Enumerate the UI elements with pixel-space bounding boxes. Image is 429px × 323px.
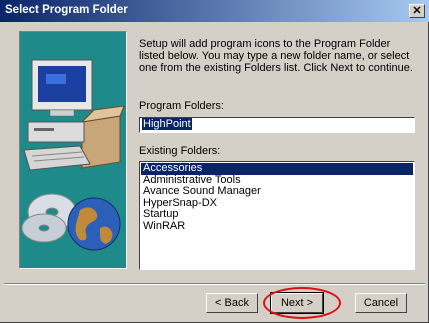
close-icon: ✕ — [412, 5, 422, 17]
list-item[interactable]: WinRAR — [141, 220, 413, 233]
intro-text: Setup will add program icons to the Prog… — [139, 38, 413, 74]
program-folder-input[interactable]: HighPoint — [139, 117, 415, 133]
cd-disc-icon — [21, 193, 77, 243]
list-item[interactable]: Startup — [141, 208, 413, 221]
computer-illustration-icon — [23, 59, 125, 171]
cancel-button[interactable]: Cancel — [355, 293, 407, 313]
list-item[interactable]: Accessories — [141, 162, 413, 175]
window-title: Select Program Folder — [5, 4, 128, 16]
program-folders-label: Program Folders: — [139, 100, 224, 112]
dialog-window: Select Program Folder ✕ Setup will add p… — [0, 0, 429, 323]
existing-folders-list[interactable]: Accessories Administrative Tools Avance … — [139, 161, 415, 270]
list-item[interactable]: HyperSnap-DX — [141, 197, 413, 210]
back-button[interactable]: < Back — [206, 293, 258, 313]
globe-icon — [67, 197, 121, 251]
divider — [4, 283, 425, 285]
existing-folders-label: Existing Folders: — [139, 145, 221, 157]
next-button[interactable]: Next > — [270, 292, 324, 314]
close-button[interactable]: ✕ — [409, 4, 425, 18]
title-bar[interactable]: Select Program Folder ✕ — [0, 0, 429, 22]
program-folder-value: HighPoint — [142, 118, 192, 130]
setup-illustration — [19, 31, 127, 269]
list-item[interactable]: Avance Sound Manager — [141, 185, 413, 198]
